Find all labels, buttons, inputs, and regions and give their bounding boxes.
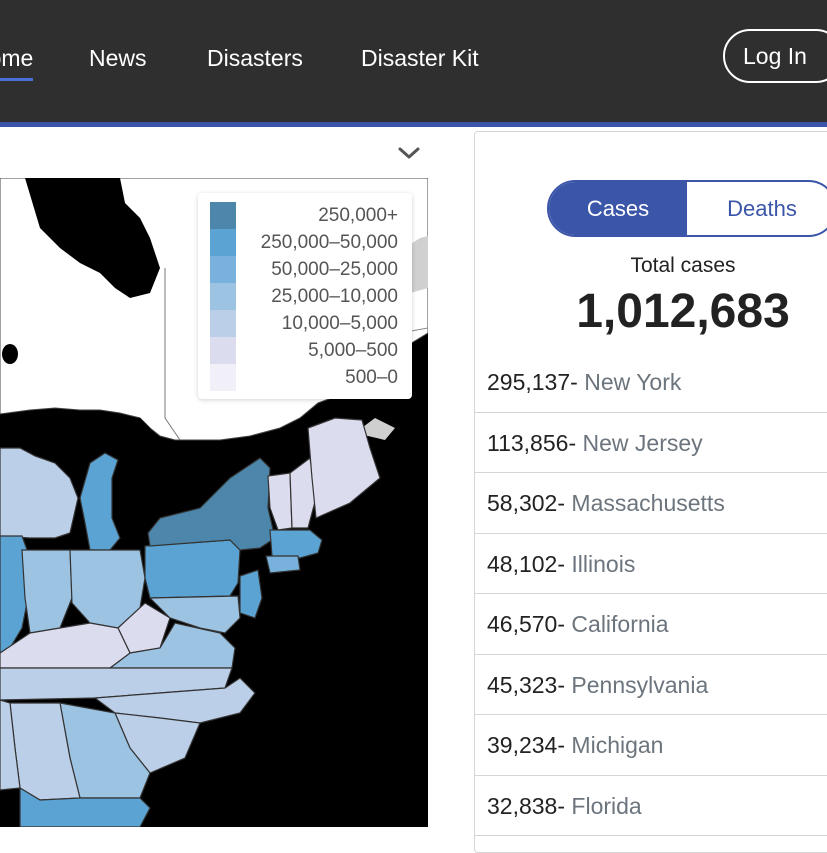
- state-count: 48,102: [487, 550, 558, 577]
- state-name: Illinois: [571, 550, 636, 577]
- legend-label: 10,000–5,000: [281, 313, 398, 334]
- state-name: New Jersey: [582, 429, 703, 456]
- state-count: 46,570: [487, 611, 558, 637]
- state-name: Pennsylvania: [571, 671, 709, 698]
- legend-label: 25,000–10,000: [271, 286, 398, 307]
- state-name: Michigan: [571, 732, 664, 758]
- legend-swatch: [210, 337, 236, 364]
- list-item[interactable]: 48,102- Illinois: [475, 534, 827, 594]
- state-separator: -: [557, 490, 572, 516]
- list-item[interactable]: 295,137- New York: [475, 352, 827, 413]
- login-button[interactable]: Log In: [723, 29, 827, 83]
- legend-item: 25,000–10,000: [210, 283, 410, 310]
- legend-swatch: [210, 202, 236, 229]
- nav-news-link[interactable]: News: [89, 45, 147, 72]
- cases-tab[interactable]: Cases: [549, 182, 687, 235]
- list-item[interactable]: 45,323- Pennsylvania: [475, 655, 827, 715]
- legend-label: 50,000–25,000: [271, 259, 398, 280]
- deaths-tab[interactable]: Deaths: [687, 182, 827, 235]
- state-separator: -: [570, 369, 585, 395]
- legend-label: 500–0: [345, 367, 398, 388]
- total-cases-label: Total cases: [630, 254, 736, 277]
- legend-label: 250,000–50,000: [260, 232, 398, 253]
- state-name: Massachusetts: [571, 490, 725, 516]
- legend-item: 5,000–500: [210, 337, 410, 364]
- state-count: 45,323: [487, 671, 558, 698]
- list-item[interactable]: 46,570- California: [475, 594, 827, 655]
- state-separator: -: [557, 792, 572, 819]
- cases-deaths-toggle: Cases Deaths: [547, 180, 827, 237]
- nav-home-link[interactable]: Home: [0, 45, 34, 81]
- list-item[interactable]: 58,302- Massachusetts: [475, 473, 827, 534]
- state-separator: -: [568, 429, 583, 456]
- state-count: 39,234: [487, 732, 558, 758]
- state-name: California: [571, 611, 669, 637]
- state-name: Florida: [571, 792, 642, 819]
- chevron-down-icon[interactable]: [396, 142, 422, 164]
- legend-swatch: [210, 229, 236, 256]
- legend-swatch: [210, 283, 236, 310]
- legend-label: 5,000–500: [308, 340, 398, 361]
- legend-item: 500–0: [210, 364, 410, 391]
- list-item[interactable]: 39,234- Michigan: [475, 715, 827, 776]
- state-name: New York: [584, 369, 682, 395]
- legend-item: 250,000–50,000: [210, 229, 410, 256]
- nav-accent-bar: [0, 122, 827, 127]
- state-count: 113,856: [487, 429, 569, 456]
- state-separator: -: [557, 732, 572, 758]
- top-navbar: Home News Disasters Disaster Kit Log In: [0, 0, 827, 122]
- legend-item: 250,000+: [210, 202, 410, 229]
- state-separator: -: [557, 611, 572, 637]
- total-cases-value: 1,012,683: [576, 285, 790, 338]
- legend-swatch: [210, 256, 236, 283]
- state-count: 295,137: [487, 369, 571, 395]
- legend-label: 250,000+: [318, 205, 398, 226]
- state-separator: -: [557, 550, 572, 577]
- list-item[interactable]: 113,856- New Jersey: [475, 413, 827, 473]
- legend-swatch: [210, 364, 236, 391]
- state-count: 58,302: [487, 490, 558, 516]
- state-separator: -: [557, 671, 572, 698]
- nav-disaster-kit-link[interactable]: Disaster Kit: [361, 45, 479, 72]
- state-count: 32,838: [487, 792, 558, 819]
- state-list: 295,137- New York 113,856- New Jersey 58…: [475, 352, 827, 836]
- legend-item: 50,000–25,000: [210, 256, 410, 283]
- nav-disasters-link[interactable]: Disasters: [207, 45, 303, 72]
- legend-item: 10,000–5,000: [210, 310, 410, 337]
- legend-swatch: [210, 310, 236, 337]
- map-legend: 250,000+ 250,000–50,000 50,000–25,000 25…: [198, 193, 412, 399]
